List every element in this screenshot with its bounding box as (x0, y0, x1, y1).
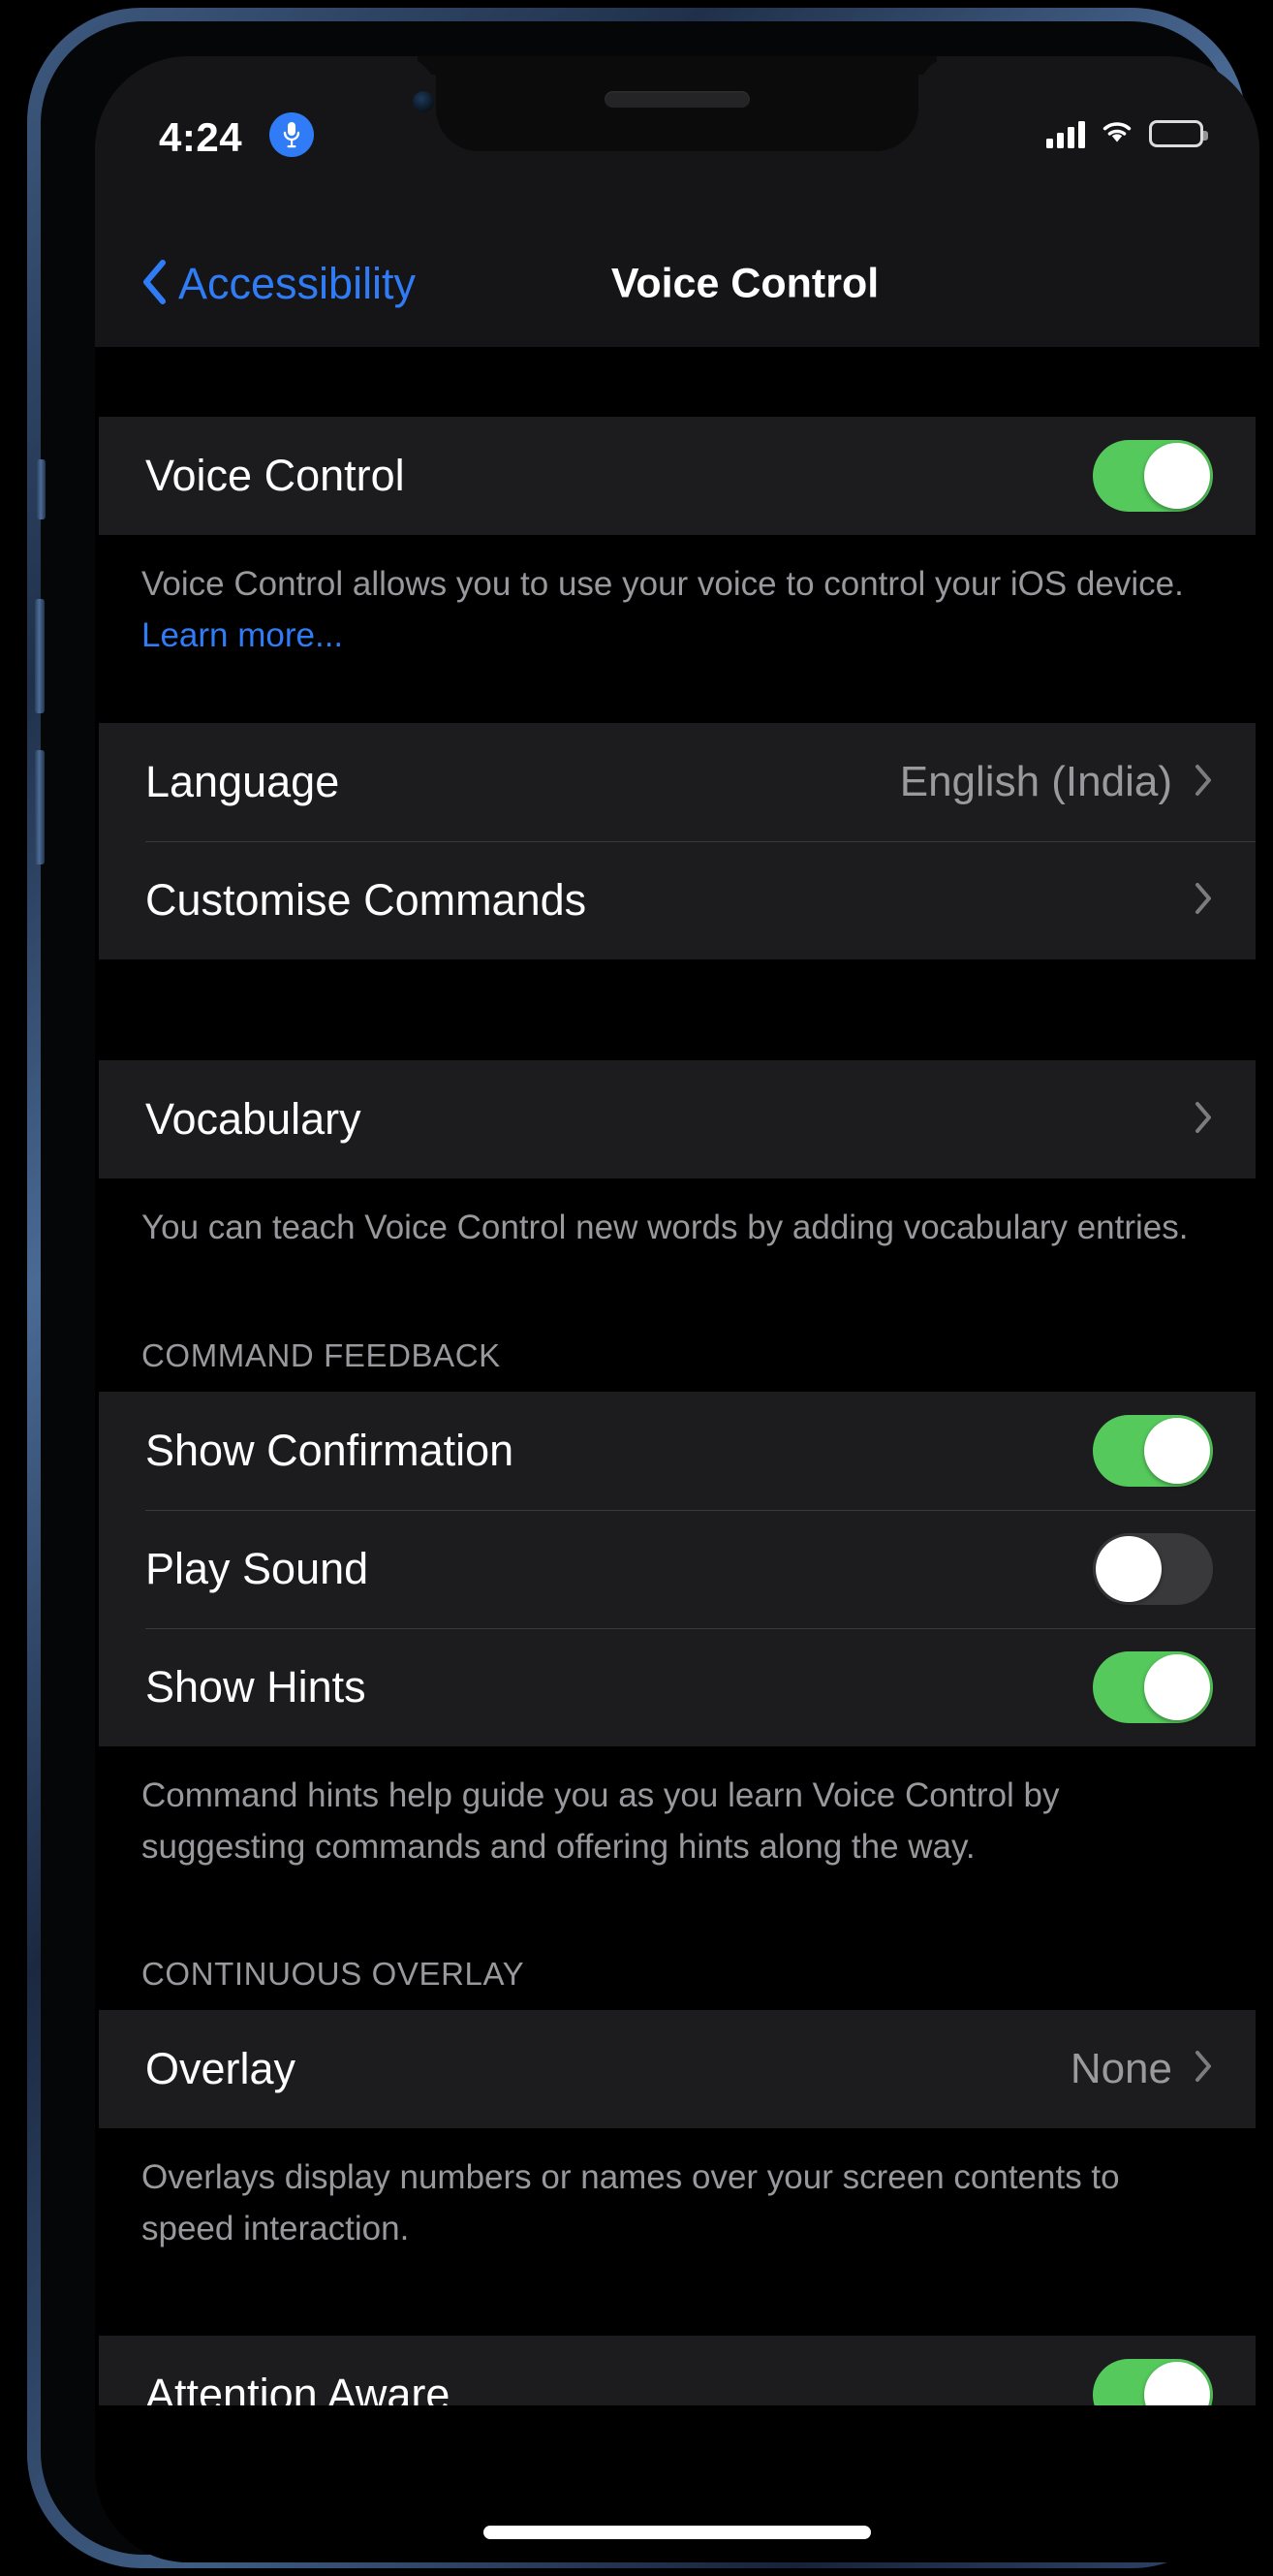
row-customise-commands[interactable]: Customise Commands (99, 841, 1256, 959)
chevron-right-icon (1194, 882, 1213, 920)
footnote-continuous-overlay: Overlays display numbers or names over y… (95, 2128, 1259, 2254)
row-attention-aware[interactable]: Attention Aware (99, 2336, 1256, 2405)
row-label-show-confirmation: Show Confirmation (145, 1426, 1093, 1476)
toggle-knob (1144, 2362, 1210, 2405)
voice-control-group: Voice Control (99, 417, 1256, 535)
row-show-confirmation[interactable]: Show Confirmation (99, 1392, 1256, 1510)
front-camera-icon (413, 91, 434, 112)
row-voice-control[interactable]: Voice Control (99, 417, 1256, 535)
row-play-sound[interactable]: Play Sound (99, 1510, 1256, 1628)
row-language[interactable]: Language English (India) (99, 723, 1256, 841)
cellular-signal-icon (1046, 119, 1085, 148)
chevron-right-icon (1194, 2050, 1213, 2088)
row-label-play-sound: Play Sound (145, 1544, 1093, 1594)
microphone-icon (269, 112, 314, 157)
toggle-voice-control[interactable] (1093, 440, 1213, 512)
row-label-attention-aware: Attention Aware (145, 2370, 1093, 2405)
toggle-knob (1096, 1536, 1162, 1602)
language-group: Language English (India) Customise Comma… (99, 723, 1256, 959)
continuous-overlay-group: Overlay None (99, 2010, 1256, 2128)
toggle-play-sound[interactable] (1093, 1533, 1213, 1605)
settings-scroll-view[interactable]: Voice Control Voice Control allows you t… (95, 347, 1259, 2562)
status-icons (1046, 116, 1203, 150)
row-label-overlay: Overlay (145, 2044, 1071, 2094)
command-feedback-group: Show Confirmation Play Sound Show Hints (99, 1392, 1256, 1746)
volume-down-button[interactable] (35, 750, 45, 864)
vocabulary-group: Vocabulary (99, 1060, 1256, 1178)
partial-group: Attention Aware (99, 2336, 1256, 2405)
footnote-command-feedback: Command hints help guide you as you lear… (95, 1746, 1259, 1872)
volume-up-button[interactable] (35, 599, 45, 713)
row-show-hints[interactable]: Show Hints (99, 1628, 1256, 1746)
row-vocabulary[interactable]: Vocabulary (99, 1060, 1256, 1178)
back-button-label: Accessibility (178, 259, 416, 309)
section-header-continuous-overlay: CONTINUOUS OVERLAY (95, 1956, 1259, 2010)
row-value-overlay: None (1071, 2045, 1172, 2093)
row-label-voice-control: Voice Control (145, 451, 1093, 501)
status-time: 4:24 (159, 114, 242, 161)
wifi-icon (1099, 116, 1135, 150)
toggle-knob (1144, 1654, 1210, 1720)
navigation-bar: Accessibility Voice Control (95, 221, 1259, 347)
silent-switch-button[interactable] (37, 459, 46, 519)
toggle-show-confirmation[interactable] (1093, 1415, 1213, 1487)
section-header-command-feedback: COMMAND FEEDBACK (95, 1337, 1259, 1392)
toggle-attention-aware[interactable] (1093, 2359, 1213, 2405)
chevron-right-icon (1194, 764, 1213, 801)
row-overlay[interactable]: Overlay None (99, 2010, 1256, 2128)
footnote-vocabulary: You can teach Voice Control new words by… (95, 1178, 1259, 1253)
device-body: 4:24 (41, 21, 1232, 2555)
footnote-voice-control: Voice Control allows you to use your voi… (95, 535, 1259, 661)
toggle-knob (1144, 443, 1210, 509)
device-frame: 4:24 (27, 8, 1246, 2568)
battery-icon (1149, 120, 1203, 147)
toggle-knob (1144, 1418, 1210, 1484)
row-label-language: Language (145, 757, 900, 807)
status-bar: 4:24 (95, 56, 1259, 221)
row-value-language: English (India) (900, 758, 1172, 806)
chevron-right-icon (1194, 1101, 1213, 1139)
row-label-show-hints: Show Hints (145, 1662, 1093, 1712)
row-label-vocabulary: Vocabulary (145, 1094, 1194, 1145)
toggle-show-hints[interactable] (1093, 1651, 1213, 1723)
footnote-text: Voice Control allows you to use your voi… (141, 565, 1184, 603)
back-button[interactable]: Accessibility (141, 259, 416, 309)
home-indicator[interactable] (483, 2526, 871, 2539)
page-title: Voice Control (611, 261, 879, 308)
row-label-customise-commands: Customise Commands (145, 875, 1194, 926)
phone-screen: 4:24 (95, 56, 1259, 2562)
chevron-left-icon (141, 260, 167, 309)
learn-more-link[interactable]: Learn more... (141, 616, 343, 654)
earpiece-speaker (605, 91, 750, 108)
